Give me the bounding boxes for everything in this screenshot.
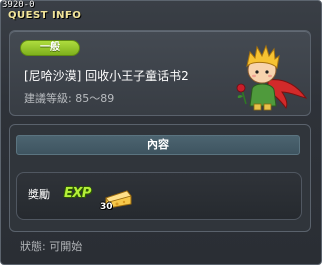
quest-name: [尼哈沙漠] 回收小王子童话书2	[24, 69, 189, 83]
reward-box	[16, 172, 302, 220]
category-tag: 一般	[20, 40, 80, 56]
quest-status: 狀態: 可開始	[20, 240, 83, 253]
reward-label: 獎勵	[28, 188, 50, 201]
window-title: QUEST INFO	[8, 10, 82, 21]
recommended-level: 建議等級: 85～89	[24, 92, 115, 105]
reward-quantity: 30	[100, 202, 113, 212]
exp-icon: EXP	[64, 186, 91, 201]
little-prince-npc-icon	[236, 44, 308, 111]
content-header: 內容	[16, 135, 300, 155]
quest-id: 3920-0	[2, 0, 35, 10]
